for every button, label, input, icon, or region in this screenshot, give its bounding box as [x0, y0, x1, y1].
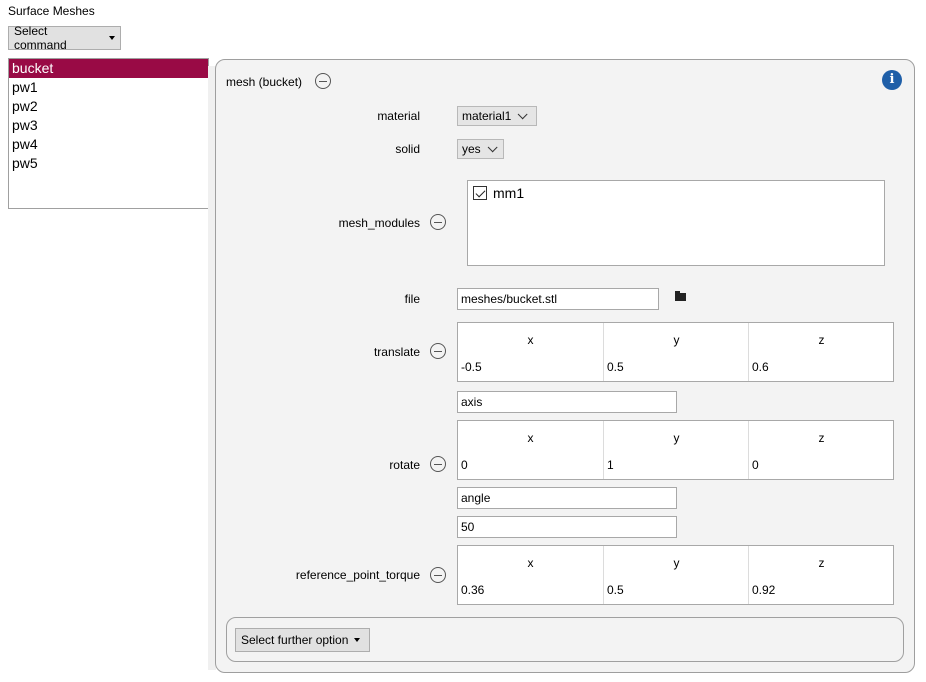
- collapse-reference-point-torque-icon[interactable]: [430, 567, 446, 583]
- x-header: x: [527, 333, 534, 347]
- mm1-label: mm1: [493, 185, 525, 201]
- select-command-label: Select command: [14, 24, 67, 52]
- rotate-z-value[interactable]: 0: [752, 458, 759, 472]
- rpt-x-value[interactable]: 0.36: [461, 583, 484, 597]
- y-header: y: [673, 556, 680, 570]
- folder-icon[interactable]: [675, 291, 686, 301]
- list-item-pw2[interactable]: pw2: [9, 97, 208, 116]
- y-header: y: [673, 333, 680, 347]
- rotate-y-value[interactable]: 1: [607, 458, 614, 472]
- x-header: x: [527, 556, 534, 570]
- y-header: y: [673, 431, 680, 445]
- file-input[interactable]: meshes/bucket.stl: [457, 288, 659, 310]
- select-further-option-label: Select further option: [241, 633, 349, 647]
- collapse-mesh-modules-icon[interactable]: [430, 214, 446, 230]
- solid-select[interactable]: yes: [457, 139, 504, 159]
- collapse-rotate-icon[interactable]: [430, 456, 446, 472]
- list-item-pw1[interactable]: pw1: [9, 78, 208, 97]
- mesh-list[interactable]: bucket pw1 pw2 pw3 pw4 pw5: [8, 58, 209, 209]
- rotate-vector: x 0 y 1 z 0: [457, 420, 894, 480]
- section-title: Surface Meshes: [8, 4, 95, 18]
- chevron-down-icon: [487, 141, 498, 152]
- solid-value: yes: [462, 142, 481, 156]
- x-header: x: [527, 431, 534, 445]
- material-label: material: [377, 109, 420, 123]
- chevron-down-icon: [518, 108, 528, 119]
- collapse-mesh-icon[interactable]: [315, 73, 331, 89]
- panel-title: mesh (bucket): [226, 75, 303, 89]
- mesh-modules-label: mesh_modules: [338, 216, 420, 230]
- z-header: z: [818, 431, 825, 445]
- rotate-label: rotate: [389, 458, 420, 472]
- rotate-angle-label-field: angle: [457, 487, 677, 509]
- rotate-axis-label-field: axis: [457, 391, 677, 413]
- collapse-translate-icon[interactable]: [430, 343, 446, 359]
- translate-vector: x -0.5 y 0.5 z 0.6: [457, 322, 894, 382]
- mesh-modules-list[interactable]: mm1: [467, 180, 885, 266]
- select-further-option-button[interactable]: Select further option: [235, 628, 370, 652]
- reference-point-torque-label: reference_point_torque: [295, 568, 420, 582]
- file-label: file: [404, 292, 420, 306]
- rpt-y-value[interactable]: 0.5: [607, 583, 624, 597]
- list-item-pw5[interactable]: pw5: [9, 154, 208, 173]
- list-item-bucket[interactable]: bucket: [9, 59, 208, 78]
- list-item-pw4[interactable]: pw4: [9, 135, 208, 154]
- z-header: z: [818, 556, 825, 570]
- select-command-button[interactable]: Select command: [8, 24, 121, 52]
- z-header: z: [818, 333, 825, 347]
- mm1-checkbox[interactable]: [473, 186, 487, 200]
- caret-down-icon: [109, 36, 115, 40]
- material-value: material1: [462, 109, 512, 123]
- reference-point-torque-vector: x 0.36 y 0.5 z 0.92: [457, 545, 894, 605]
- caret-down-icon: [354, 638, 361, 642]
- translate-x-value[interactable]: -0.5: [461, 360, 482, 374]
- info-icon[interactable]: i: [882, 70, 902, 90]
- material-select[interactable]: material1: [457, 106, 537, 126]
- solid-label: solid: [395, 142, 420, 156]
- translate-y-value[interactable]: 0.5: [607, 360, 624, 374]
- translate-label: translate: [373, 345, 420, 359]
- translate-z-value[interactable]: 0.6: [752, 360, 769, 374]
- rotate-angle-input[interactable]: 50: [457, 516, 677, 538]
- list-item-pw3[interactable]: pw3: [9, 116, 208, 135]
- rpt-z-value[interactable]: 0.92: [752, 583, 775, 597]
- rotate-x-value[interactable]: 0: [461, 458, 468, 472]
